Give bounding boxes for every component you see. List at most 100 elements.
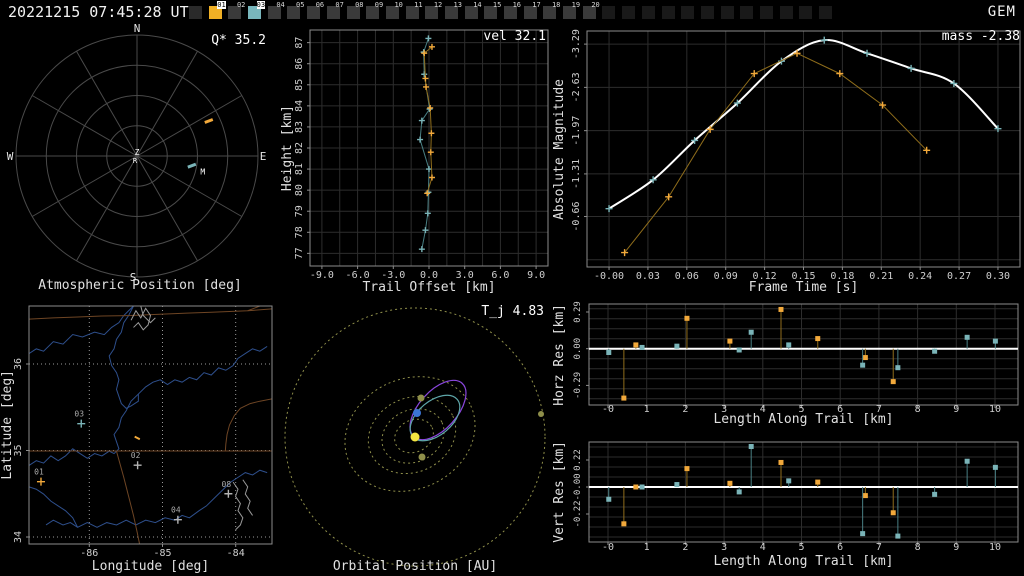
svg-text:87: 87 (294, 37, 305, 49)
svg-text:35: 35 (13, 444, 24, 456)
svg-text:-0.66: -0.66 (571, 201, 582, 231)
orbital-position-panel: T_j 4.83 Orbital Position [AU] (280, 296, 550, 576)
frame-tab-06[interactable]: 06 (307, 1, 324, 19)
frame-tab-number: 16 (512, 1, 521, 9)
svg-text:-3.29: -3.29 (571, 29, 582, 59)
svg-text:0.0: 0.0 (420, 270, 438, 281)
trail-offset-panel: -9.0 -6.0 -3.0 0.0 3.0 6.0 9.0 77 78 79 80 81 82 83 84… (280, 24, 550, 296)
frame-tab[interactable] (819, 6, 832, 19)
frame-tab-19[interactable]: 19 (563, 1, 580, 19)
svg-text:36: 36 (13, 358, 24, 370)
svg-text:0.00: 0.00 (573, 338, 583, 360)
frame-tab-20[interactable]: 20 (582, 1, 600, 19)
frame-tab-number: 19 (571, 1, 581, 9)
svg-text:10: 10 (989, 404, 1001, 415)
svg-text:0.24: 0.24 (908, 271, 932, 282)
svg-text:0.06: 0.06 (675, 271, 699, 282)
svg-text:0.29: 0.29 (573, 301, 583, 323)
svg-text:77: 77 (294, 247, 305, 259)
frame-tab-03[interactable]: 03 (248, 1, 266, 19)
frame-tab-number: 08 (355, 1, 364, 9)
frame-tab-strip: 01 02 03 04 05 06 07 08 09 10 11 12 13 14 15 16 17 18 19 20 (189, 1, 839, 19)
frame-tab-number: 10 (394, 1, 403, 9)
svg-text:-0: -0 (602, 404, 614, 415)
frame-tab-04[interactable]: 04 (267, 1, 285, 19)
svg-text:04: 04 (171, 506, 181, 515)
svg-text:9: 9 (953, 542, 959, 553)
svg-text:-0.00: -0.00 (594, 271, 624, 282)
svg-text:1: 1 (644, 404, 650, 415)
frame-tab-05[interactable]: 05 (287, 1, 304, 19)
svg-text:08: 08 (222, 480, 232, 489)
svg-text:E: E (260, 150, 267, 163)
svg-text:-0.22: -0.22 (573, 500, 583, 527)
svg-text:86: 86 (294, 58, 305, 70)
frame-tab-18[interactable]: 18 (543, 1, 560, 19)
svg-text:3: 3 (721, 404, 727, 415)
svg-text:-85: -85 (153, 548, 171, 559)
svg-text:2: 2 (682, 404, 688, 415)
svg-text:9: 9 (953, 404, 959, 415)
svg-text:-1.31: -1.31 (571, 159, 582, 189)
orbital-position-chart (284, 307, 546, 567)
frame-tab[interactable] (622, 6, 636, 19)
svg-text:Z: Z (135, 148, 140, 157)
svg-text:4: 4 (760, 404, 766, 415)
frame-tab-number: 20 (591, 1, 600, 9)
svg-text:79: 79 (294, 205, 305, 217)
svg-text:9.0: 9.0 (527, 270, 545, 281)
frame-tab-02[interactable]: 02 (228, 1, 245, 19)
frame-tab-17[interactable]: 17 (523, 1, 541, 19)
frame-tab[interactable] (641, 6, 655, 19)
frame-tab-number: 13 (453, 1, 462, 9)
svg-text:6: 6 (837, 404, 843, 415)
frame-tab-14[interactable]: 14 (464, 1, 482, 19)
trail-offset-chart: -9.0 -6.0 -3.0 0.0 3.0 6.0 9.0 77 78 79 80 81 82 83 84… (294, 29, 549, 281)
shower-code: GEM (987, 4, 1016, 20)
frame-tab[interactable] (602, 6, 616, 19)
svg-text:-6.0: -6.0 (346, 270, 370, 281)
frame-tab[interactable] (661, 6, 675, 19)
frame-tab-number: 11 (414, 1, 423, 9)
frame-tab-12[interactable]: 12 (425, 1, 442, 19)
residuals-chart: -0 1 2 3 4 5 6 7 8 9 10 0.29 0.00 -0.29 -0 1 2 3 4 5 6 7 8 9 10 0… (573, 301, 1019, 553)
frame-tab-number: 18 (551, 1, 561, 9)
frame-tab-16[interactable]: 16 (504, 1, 521, 19)
frame-tab[interactable] (759, 6, 773, 19)
svg-text:0.15: 0.15 (791, 271, 815, 282)
frame-tab-09[interactable]: 09 (366, 1, 383, 19)
svg-text:W: W (7, 150, 14, 163)
frame-tab[interactable] (700, 6, 714, 19)
ground-map-chart: 01 02 03 04 08 -86 -85 -84 34 35 36 (13, 305, 273, 559)
svg-text:02: 02 (131, 451, 141, 460)
svg-text:S: S (130, 271, 137, 284)
frame-tab[interactable] (189, 6, 202, 19)
svg-text:0.03: 0.03 (636, 271, 660, 282)
frame-tab-11[interactable]: 11 (405, 1, 423, 19)
frame-tab[interactable] (740, 6, 754, 19)
frame-tab[interactable] (779, 6, 793, 19)
svg-text:34: 34 (13, 531, 24, 543)
svg-text:82: 82 (294, 142, 305, 154)
frame-tab-number: 15 (492, 1, 502, 9)
atmospheric-position-chart: NESW ZRM (7, 24, 267, 284)
frame-tab-08[interactable]: 08 (346, 1, 364, 19)
svg-text:-3.0: -3.0 (381, 270, 405, 281)
frame-tab[interactable] (681, 6, 695, 19)
light-curve-panel: -0.00 0.03 0.06 0.09 0.12 0.15 0.18 0.21 0.24 0.2… (550, 24, 1024, 296)
frame-tab-number: 07 (335, 1, 344, 9)
frame-tab[interactable] (799, 6, 813, 19)
ground-map-panel: 01 02 03 04 08 -86 -85 -84 34 35 36 Longitude [deg… (0, 296, 280, 576)
svg-text:01: 01 (34, 468, 44, 477)
frame-tab-07[interactable]: 07 (326, 1, 344, 19)
svg-text:0.18: 0.18 (830, 271, 854, 282)
svg-text:80: 80 (294, 184, 305, 196)
frame-tab-10[interactable]: 10 (385, 1, 403, 19)
frame-tab-number: 06 (315, 1, 325, 9)
svg-text:0.21: 0.21 (869, 271, 893, 282)
frame-tab-01[interactable]: 01 (208, 1, 226, 19)
svg-text:3: 3 (721, 542, 727, 553)
frame-tab-13[interactable]: 13 (444, 1, 462, 19)
frame-tab-15[interactable]: 15 (484, 1, 501, 19)
frame-tab[interactable] (720, 6, 734, 19)
